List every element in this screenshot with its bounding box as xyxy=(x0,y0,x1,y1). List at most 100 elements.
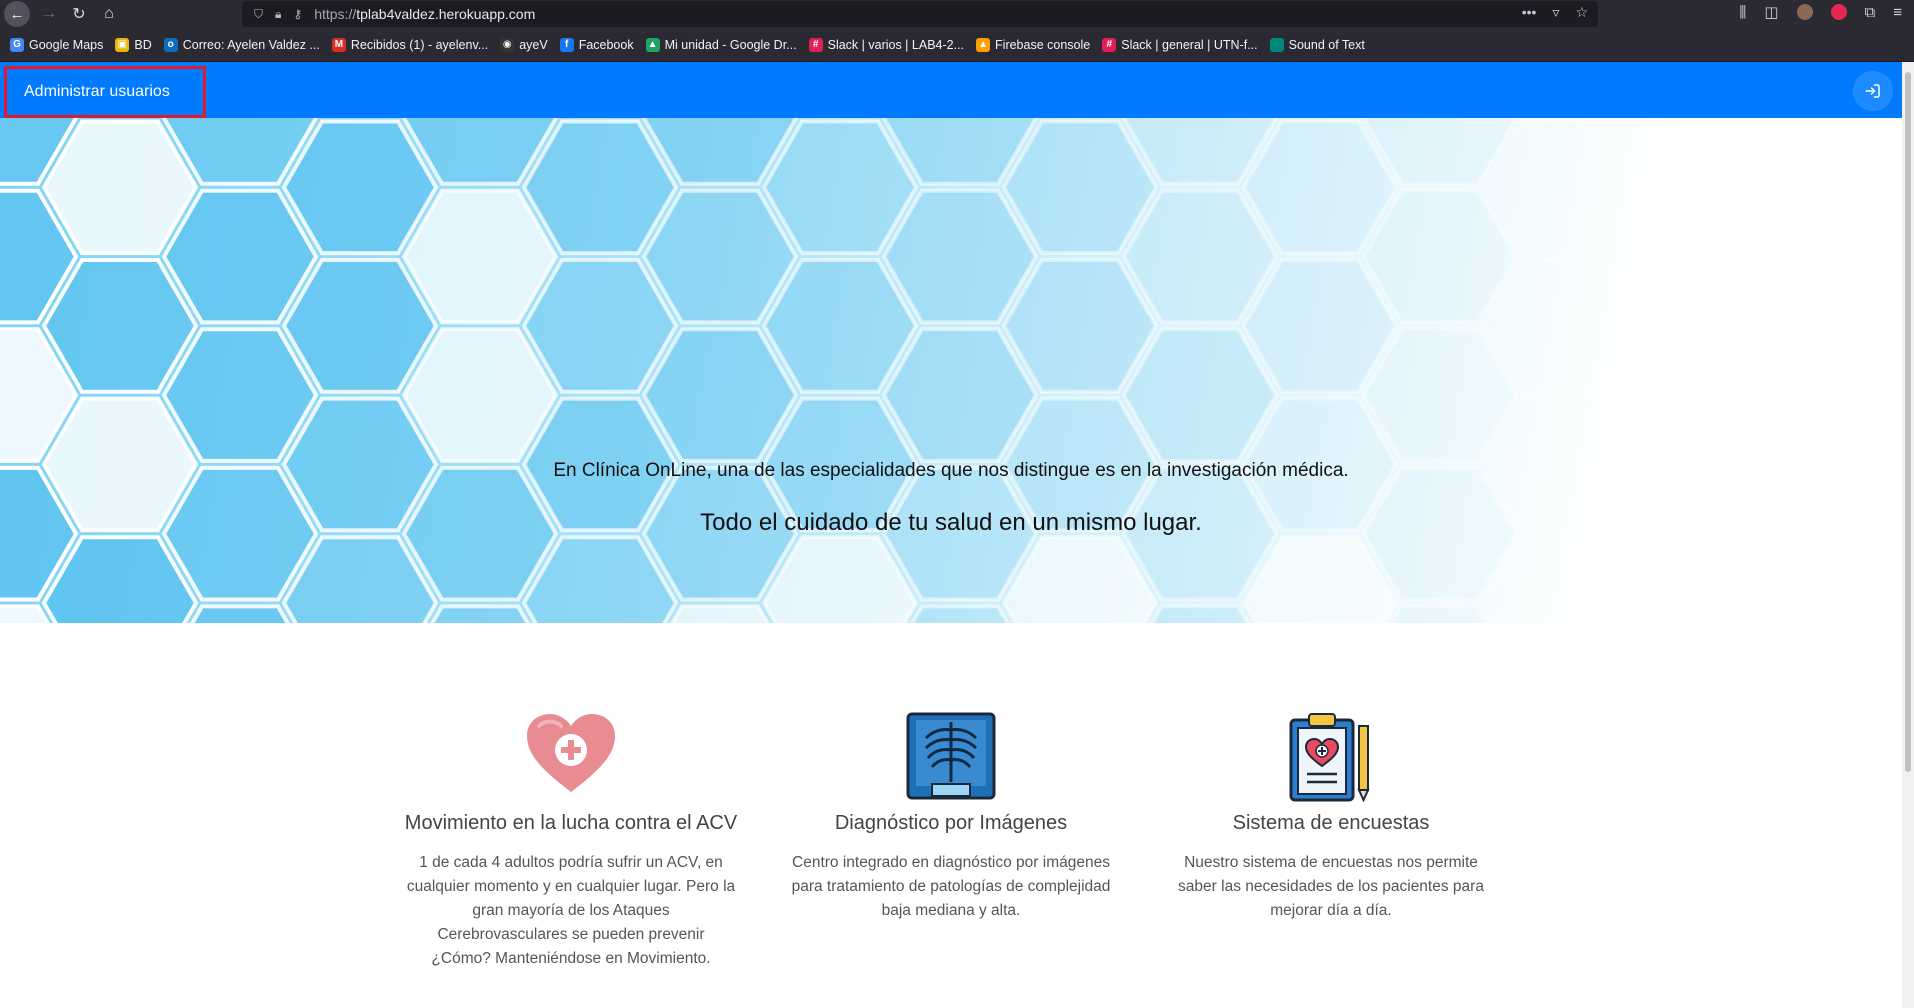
bookmark-label: Slack | general | UTN-f... xyxy=(1121,37,1258,52)
hexagon-tile xyxy=(1121,327,1279,463)
lock-icon: 🔒︎ xyxy=(275,6,282,21)
feature-text: Centro integrado en diagnóstico por imág… xyxy=(791,854,1111,919)
hexagon-tile xyxy=(281,119,439,256)
hexagon-tile xyxy=(1241,119,1399,256)
hero-subtitle: En Clínica OnLine, una de las especialid… xyxy=(553,460,1349,481)
bookmark-label: Firebase console xyxy=(995,37,1091,52)
star-icon[interactable]: ☆ xyxy=(1575,4,1588,21)
bookmark-favicon-icon: ◉ xyxy=(500,37,515,52)
logout-icon xyxy=(1865,84,1880,98)
bookmark-label: Facebook xyxy=(578,37,634,52)
bookmark-item[interactable]: G Google Maps xyxy=(10,37,103,52)
bookmark-label: Slack | varios | LAB4-2... xyxy=(827,37,965,52)
bookmark-item[interactable]: ▲ Mi unidad - Google Dr... xyxy=(645,37,797,52)
bookmark-label: Recibidos (1) - ayelenv... xyxy=(350,37,489,52)
url-host: tplab4valdez.herokuapp.com xyxy=(356,6,536,22)
hexagon-tile xyxy=(1721,258,1879,394)
feature-title: Sistema de encuestas xyxy=(1232,812,1430,834)
bookmark-label: Correo: Ayelen Valdez ... xyxy=(182,37,320,52)
back-button[interactable]: ← xyxy=(0,0,34,28)
bookmark-favicon-icon: ▲ xyxy=(645,37,660,52)
reload-icon: ↻ xyxy=(72,6,86,23)
arrow-right-icon: → xyxy=(41,5,57,22)
bookmark-item[interactable]: # Slack | general | UTN-f... xyxy=(1102,37,1258,52)
bookmark-favicon-icon: # xyxy=(1102,37,1117,52)
reload-button[interactable]: ↻ xyxy=(64,0,94,28)
bookmark-favicon-icon: o xyxy=(163,37,178,52)
hexagon-tile xyxy=(1601,188,1759,325)
bookmark-label: ayeV xyxy=(519,37,548,52)
bookmark-favicon-icon: ▣ xyxy=(115,37,130,52)
hexagon-tile xyxy=(521,119,679,256)
logout-button[interactable] xyxy=(1854,72,1892,110)
hexagon-tile xyxy=(41,258,199,394)
bookmark-item[interactable]: ▲ Firebase console xyxy=(976,37,1091,52)
extension-icon[interactable] xyxy=(1830,4,1847,20)
home-button[interactable]: ⌂ xyxy=(94,0,124,28)
hexagon-tile xyxy=(281,258,439,394)
heart-plus-icon xyxy=(527,714,615,792)
hexagon-tile xyxy=(761,119,919,256)
hexagon-tile xyxy=(1721,119,1879,256)
forward-button[interactable]: → xyxy=(34,0,64,28)
arrow-left-icon: ← xyxy=(4,1,30,27)
url-text: https://tplab4valdez.herokuapp.com xyxy=(314,6,535,22)
hexagon-tile xyxy=(401,327,559,463)
hero-banner: En Clínica OnLine, una de las especialid… xyxy=(0,118,1902,623)
address-bar[interactable]: ⛉ 🔒︎ ⚷ https://tplab4valdez.herokuapp.co… xyxy=(242,1,1598,27)
feature-acv: Movimiento en la lucha contra el ACV 1 d… xyxy=(396,712,746,971)
more-icon[interactable]: ••• xyxy=(1522,4,1537,21)
feature-title: Movimiento en la lucha contra el ACV xyxy=(404,812,738,834)
manage-users-link[interactable]: Administrar usuarios xyxy=(4,66,206,118)
pocket-icon[interactable]: ▿ xyxy=(1552,4,1559,21)
bookmark-label: Sound of Text xyxy=(1288,37,1365,52)
sidebar-icon[interactable]: ◫ xyxy=(1764,3,1778,21)
bookmark-item[interactable]: Sound of Text xyxy=(1269,37,1365,52)
hexagon-tile xyxy=(161,188,319,325)
hexagon-tile xyxy=(1481,258,1639,394)
hexagon-tile xyxy=(1241,258,1399,394)
bookmark-item[interactable]: M Recibidos (1) - ayelenv... xyxy=(331,37,489,52)
menu-icon[interactable]: ≡ xyxy=(1893,4,1902,21)
hexagon-tile xyxy=(1001,258,1159,394)
hexagon-tile xyxy=(761,258,919,394)
bookmark-favicon-icon: f xyxy=(559,37,574,52)
home-icon: ⌂ xyxy=(104,5,114,22)
hexagon-tile xyxy=(41,119,199,256)
feature-text: Nuestro sistema de encuestas nos permite… xyxy=(1178,854,1484,919)
bookmark-item[interactable]: f Facebook xyxy=(559,37,634,52)
feature-imaging: Diagnóstico por Imágenes Centro integrad… xyxy=(776,712,1126,923)
extensions-icon[interactable]: ⧉ xyxy=(1865,4,1876,21)
hexagon-tile xyxy=(1361,188,1519,325)
clipboard-heart-icon xyxy=(1289,713,1370,802)
key-icon: ⚷ xyxy=(293,7,303,21)
account-avatar-icon[interactable] xyxy=(1796,4,1813,20)
bookmark-favicon-icon: G xyxy=(10,37,24,52)
hexagon-tile xyxy=(881,327,1039,463)
hexagon-tile xyxy=(1481,119,1639,256)
app-navbar: Administrar usuarios xyxy=(0,62,1902,118)
bookmark-item[interactable]: o Correo: Ayelen Valdez ... xyxy=(163,37,320,52)
scrollbar-thumb[interactable] xyxy=(1905,72,1911,772)
bookmark-item[interactable]: # Slack | varios | LAB4-2... xyxy=(808,37,965,52)
feature-title: Diagnóstico por Imágenes xyxy=(834,812,1068,834)
hexagon-tile xyxy=(521,258,679,394)
feature-text: 1 de cada 4 adultos podría sufrir un ACV… xyxy=(406,854,736,967)
bookmark-item[interactable]: ◉ ayeV xyxy=(500,37,548,52)
hexagon-tile xyxy=(401,188,559,325)
hexagon-tile xyxy=(1001,119,1159,256)
bookmark-label: Mi unidad - Google Dr... xyxy=(664,37,797,52)
hexagon-background xyxy=(0,118,1902,623)
hexagon-tile xyxy=(1601,327,1759,463)
shield-icon: ⛉ xyxy=(254,6,264,21)
hexagon-tile xyxy=(161,327,319,463)
xray-icon xyxy=(906,712,996,800)
bookmark-item[interactable]: ▣ BD xyxy=(115,37,152,52)
hexagon-tile xyxy=(1121,188,1279,325)
feature-surveys: Sistema de encuestas Nuestro sistema de … xyxy=(1156,712,1506,923)
page-scrollbar[interactable] xyxy=(1902,62,1914,1008)
bookmark-favicon-icon: # xyxy=(808,37,823,52)
bookmarks-bar: G Google Maps ▣ BD o Correo: Ayelen Valdez ..… xyxy=(0,28,1914,62)
bookmark-favicon-icon xyxy=(1269,37,1284,52)
library-icon[interactable]: ⫼ xyxy=(1739,4,1746,21)
